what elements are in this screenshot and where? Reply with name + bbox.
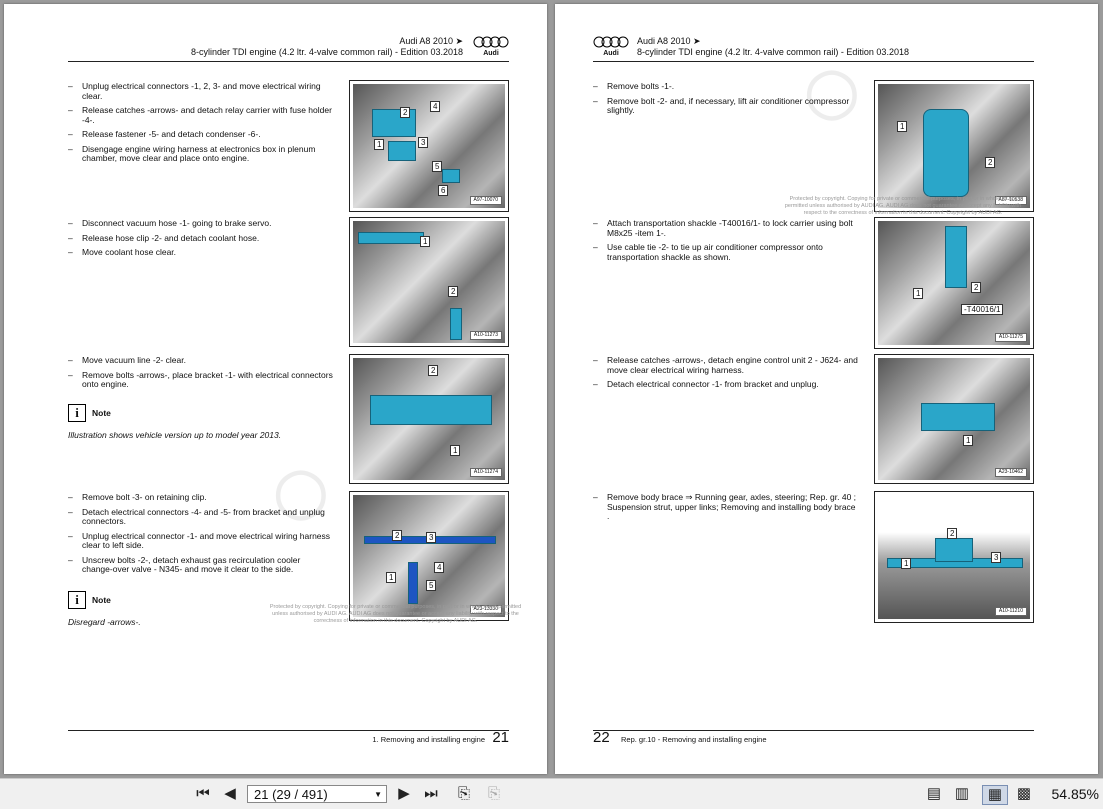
step-block-1: Unplug electrical connectors -1, 2, 3- a… (68, 81, 333, 169)
note-1: i Note (68, 404, 111, 422)
step-block-2: Disconnect vacuum hose -1- going to brak… (68, 218, 333, 263)
step-block-1: Remove bolts -1-. Remove bolt -2- and, i… (593, 81, 858, 121)
page-footer: Rep. gr.10 - Removing and installing eng… (621, 735, 767, 744)
page-footer: 1. Removing and installing engine (372, 735, 485, 744)
continuous-view-icon[interactable]: ▥ (952, 785, 972, 803)
note-text: Illustration shows vehicle version up to… (68, 430, 282, 440)
figure-7: 1 A23-10462 (874, 354, 1034, 484)
step-item: Unplug electrical connector -1- and move… (68, 531, 333, 551)
figure-8: 2 1 3 A10-11210 (874, 491, 1034, 623)
header-rule (593, 61, 1034, 62)
step-item: Remove bolts -arrows-, place bracket -1-… (68, 370, 333, 390)
audi-logo: Audi (473, 36, 509, 57)
figure-5: 1 2 A87-10538 (874, 80, 1034, 212)
step-block-3: Release catches -arrows-, detach engine … (593, 355, 858, 395)
note-2: i Note (68, 591, 111, 609)
step-item: Unplug electrical connectors -1, 2, 3- a… (68, 81, 333, 101)
audi-logo: Audi (593, 36, 629, 57)
step-item: Move coolant hose clear. (68, 247, 333, 258)
footer-rule (68, 730, 509, 731)
last-page-icon[interactable]: ⏭ (420, 785, 442, 803)
header-engine: 8-cylinder TDI engine (4.2 ltr. 4-valve … (637, 47, 909, 57)
step-item: Disengage engine wiring harness at elect… (68, 144, 333, 164)
page-22: Audi Audi A8 2010 ➤ 8-cylinder TDI engin… (555, 4, 1098, 774)
step-item: Attach transportation shackle -T40016/1-… (593, 218, 858, 238)
figure-3: 2 1 A10-11274 (349, 354, 509, 484)
previous-view-icon[interactable]: ⎘ (452, 785, 476, 803)
step-block-4: Remove body brace ⇒ Running gear, axles,… (593, 492, 858, 527)
step-block-3: Move vacuum line -2- clear. Remove bolts… (68, 355, 333, 395)
step-item: Remove bolt -3- on retaining clip. (68, 492, 333, 503)
figure-code: A10-11273 (469, 331, 502, 340)
step-item: Detach electrical connector -1- from bra… (593, 379, 858, 390)
step-block-2: Attach transportation shackle -T40016/1-… (593, 218, 858, 267)
step-item: Unscrew bolts -2-, detach exhaust gas re… (68, 555, 333, 575)
first-page-icon[interactable]: ⏮ (192, 785, 214, 803)
facing-pages-view-icon[interactable]: ▦ (982, 785, 1008, 805)
note-label: Note (92, 408, 111, 418)
figure-2: 1 2 A10-11273 (349, 217, 509, 347)
figure-code: A23-10462 (994, 468, 1027, 477)
step-item: Release fastener -5- and detach condense… (68, 129, 333, 140)
page-header: Audi Audi A8 2010 ➤ 8-cylinder TDI engin… (593, 36, 1013, 60)
page-21: Audi A8 2010 ➤ 8-cylinder TDI engine (4.… (4, 4, 547, 774)
page-number-value: 21 (29 / 491) (254, 787, 328, 802)
audi-logo-word: Audi (603, 50, 619, 57)
header-model: Audi A8 2010 ➤ (637, 36, 701, 46)
next-view-icon[interactable]: ⎘ (482, 785, 506, 803)
step-block-4: Remove bolt -3- on retaining clip. Detac… (68, 492, 333, 580)
info-icon: i (68, 404, 86, 422)
page-number: 21 (492, 729, 509, 746)
note-label: Note (92, 595, 111, 605)
figure-6: 1 2 -T40016/1 A10-11275 (874, 217, 1034, 349)
figure-code: A10-11275 (994, 333, 1027, 342)
page-number: 22 (593, 729, 610, 746)
step-item: Release hose clip -2- and detach coolant… (68, 233, 333, 244)
step-item: Release catches -arrows- and detach rela… (68, 105, 333, 125)
copyright-notice: Protected by copyright. Copying for priv… (784, 196, 1022, 216)
step-item: Remove bolts -1-. (593, 81, 858, 92)
header-engine: 8-cylinder TDI engine (4.2 ltr. 4-valve … (191, 47, 463, 57)
figure-code: A10-11210 (994, 607, 1027, 616)
step-item: Disconnect vacuum hose -1- going to brak… (68, 218, 333, 229)
step-item: Remove body brace ⇒ Running gear, axles,… (593, 492, 858, 522)
copyright-notice: Protected by copyright. Copying for priv… (269, 604, 522, 624)
step-item: Detach electrical connectors -4- and -5-… (68, 507, 333, 527)
step-item: Remove bolt -2- and, if necessary, lift … (593, 96, 858, 116)
document-viewer[interactable]: Audi A8 2010 ➤ 8-cylinder TDI engine (4.… (0, 0, 1103, 778)
step-item: Release catches -arrows-, detach engine … (593, 355, 858, 375)
continuous-facing-view-icon[interactable]: ▩ (1014, 785, 1034, 803)
navigation-toolbar: ⏮ ◀ 21 (29 / 491) ▼ ▶ ⏭ ⎘ ⎘ ▤ ▥ ▦ ▩ 54.8… (0, 778, 1103, 809)
figure-code: A97-10070 (469, 196, 502, 205)
page-header: Audi A8 2010 ➤ 8-cylinder TDI engine (4.… (109, 36, 509, 60)
audi-logo-word: Audi (483, 50, 499, 57)
header-rule (68, 61, 509, 62)
previous-page-icon[interactable]: ◀ (220, 785, 240, 803)
page-number-select[interactable]: 21 (29 / 491) ▼ (247, 785, 387, 803)
info-icon: i (68, 591, 86, 609)
zoom-level[interactable]: 54.85% (1052, 785, 1099, 803)
step-item: Use cable tie -2- to tie up air conditio… (593, 242, 858, 262)
chevron-down-icon: ▼ (374, 790, 382, 799)
figure-1: 2 4 1 3 5 6 A97-10070 (349, 80, 509, 212)
figure-4: 2 3 4 1 5 A23-13330 (349, 491, 509, 621)
header-model: Audi A8 2010 ➤ (399, 36, 463, 46)
step-item: Move vacuum line -2- clear. (68, 355, 333, 366)
single-page-view-icon[interactable]: ▤ (924, 785, 944, 803)
next-page-icon[interactable]: ▶ (394, 785, 414, 803)
tool-label: -T40016/1 (961, 304, 1004, 315)
figure-code: A10-11274 (469, 468, 502, 477)
footer-rule (593, 730, 1034, 731)
